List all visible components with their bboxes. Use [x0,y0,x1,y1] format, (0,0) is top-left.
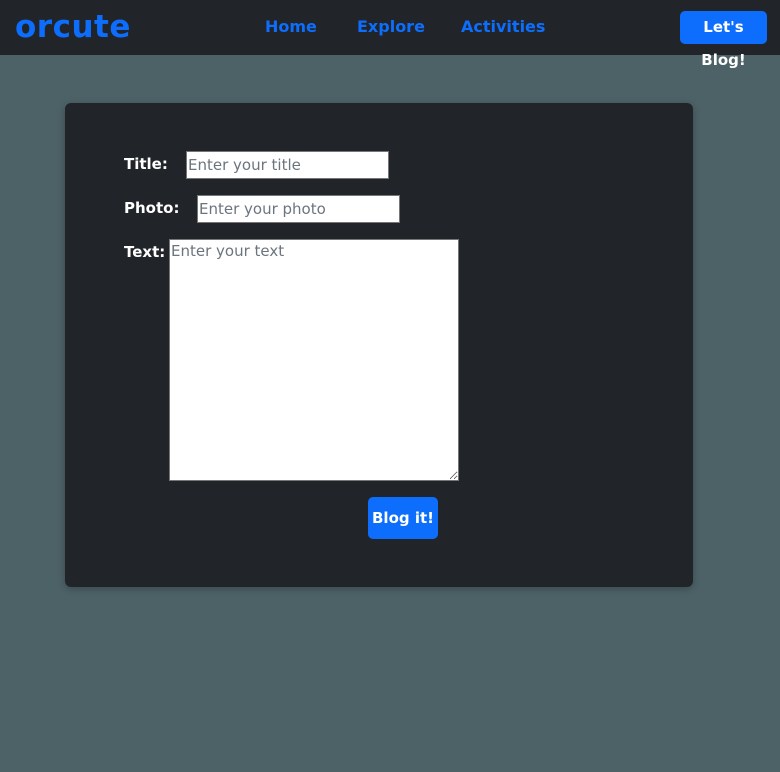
text-textarea[interactable] [169,239,459,481]
photo-input[interactable] [197,195,400,223]
title-input[interactable] [186,151,389,179]
lets-blog-button[interactable]: Let's Blog! [680,11,767,69]
navbar: orcute Home Explore Activities Let's Blo… [0,0,780,69]
text-label: Text: [124,243,166,261]
nav-link-home[interactable]: Home [265,17,317,37]
brand-logo[interactable]: orcute [15,8,131,46]
blog-it-button[interactable]: Blog it! [368,497,438,539]
photo-label: Photo: [124,199,180,217]
title-label: Title: [124,155,168,173]
nav-link-explore[interactable]: Explore [357,17,425,37]
blog-form-card: Title: Photo: Text: Blog it! [65,103,693,587]
nav-link-activities[interactable]: Activities [461,17,545,37]
